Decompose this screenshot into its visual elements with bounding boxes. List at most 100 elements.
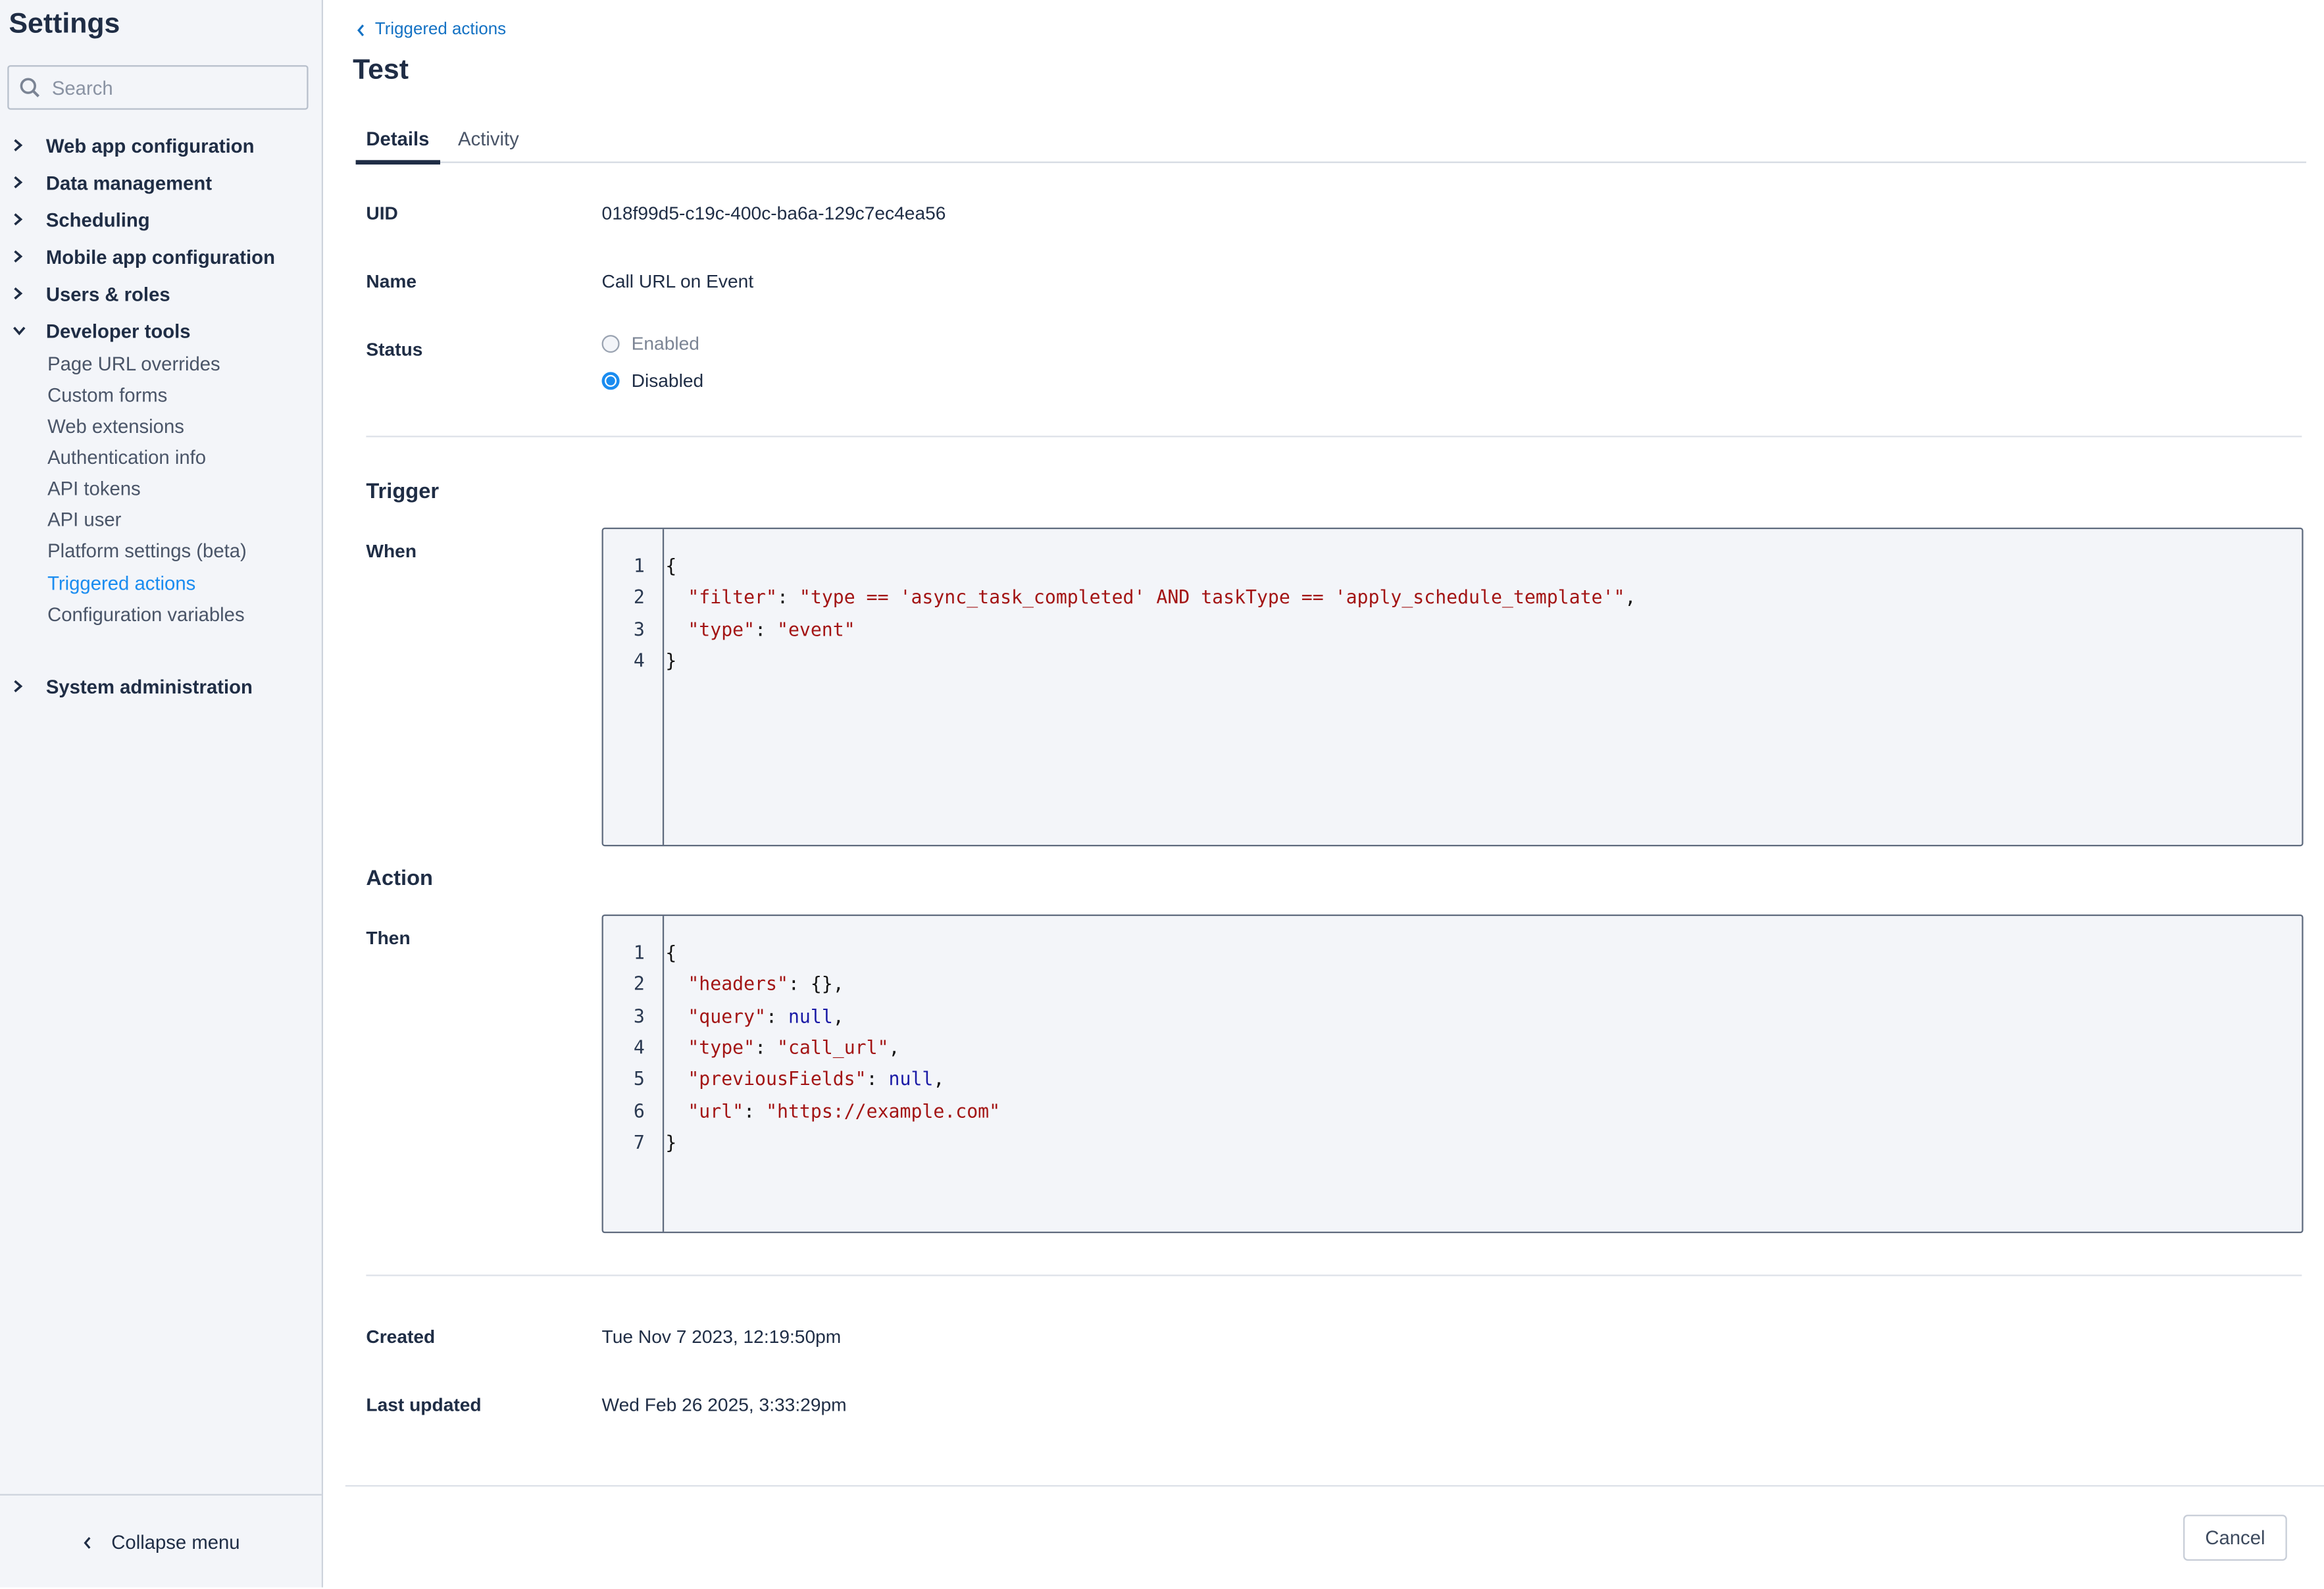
last-updated-label: Last updated xyxy=(366,1394,482,1416)
line-number: 4 xyxy=(633,649,645,672)
chevron-left-icon xyxy=(84,1536,91,1548)
code-null-token: null xyxy=(888,1067,934,1090)
chevron-right-icon xyxy=(12,679,30,694)
code-string-token: "headers" xyxy=(688,972,788,996)
uid-value: 018f99d5-c19c-400c-ba6a-129c7ec4ea56 xyxy=(601,203,946,224)
code-line: 2 "filter": "type == 'async_task_complet… xyxy=(603,582,2302,613)
sidebar-group-developer-tools[interactable]: Developer tools xyxy=(0,315,322,347)
line-number: 4 xyxy=(633,1036,645,1059)
when-label: When xyxy=(366,541,417,562)
code-punctuation-token: : xyxy=(755,1036,777,1059)
code-text: } xyxy=(665,649,676,672)
sidebar-group-scheduling[interactable]: Scheduling xyxy=(0,203,322,236)
sidebar-item-api-user[interactable]: API user xyxy=(47,509,121,531)
code-punctuation-token: : xyxy=(755,617,777,640)
code-null-token: null xyxy=(788,1004,833,1027)
line-number: 7 xyxy=(633,1130,645,1153)
sidebar-item-configuration-variables[interactable]: Configuration variables xyxy=(47,603,245,626)
code-string-token: "filter" xyxy=(688,586,777,609)
code-string-token: "previousFields" xyxy=(688,1067,867,1090)
sidebar-item-custom-forms[interactable]: Custom forms xyxy=(47,384,167,406)
line-number: 5 xyxy=(633,1067,645,1090)
status-label: Status xyxy=(366,339,423,361)
sidebar-item-triggered-actions[interactable]: Triggered actions xyxy=(47,572,195,595)
sidebar-search[interactable] xyxy=(7,65,309,110)
main-content: Triggered actions Test Details Activity … xyxy=(323,0,2324,1588)
sidebar-item-api-tokens[interactable]: API tokens xyxy=(47,477,141,499)
code-punctuation-token: , xyxy=(1625,586,1636,609)
created-value: Tue Nov 7 2023, 12:19:50pm xyxy=(601,1326,842,1348)
code-string-token: "type" xyxy=(688,1036,755,1059)
line-number: 1 xyxy=(633,554,645,577)
code-line: 6 "url": "https://example.com" xyxy=(603,1095,2302,1126)
section-divider xyxy=(366,1274,2302,1276)
chevron-right-icon xyxy=(12,249,30,264)
code-line: 3 "type": "event" xyxy=(603,613,2302,645)
code-punctuation-token xyxy=(665,1036,688,1059)
code-text: "filter": "type == 'async_task_completed… xyxy=(665,586,1636,609)
code-string-token: "type == 'async_task_completed' AND task… xyxy=(799,586,1625,609)
code-text: "type": "call_url", xyxy=(665,1036,899,1059)
code-punctuation-token: } xyxy=(665,1130,677,1153)
chevron-down-icon xyxy=(12,324,30,336)
footer-divider xyxy=(345,1485,2324,1487)
code-punctuation-token: : {}, xyxy=(788,972,844,996)
status-radio-enabled[interactable]: Enabled xyxy=(601,333,699,355)
sidebar-item-platform-settings[interactable]: Platform settings (beta) xyxy=(47,540,247,562)
sidebar-item-page-url-overrides[interactable]: Page URL overrides xyxy=(47,353,220,375)
code-text: "headers": {}, xyxy=(665,973,844,996)
code-line: 2 "headers": {}, xyxy=(603,969,2302,1000)
code-string-token: "query" xyxy=(688,1004,767,1027)
chevron-left-icon xyxy=(357,24,365,36)
sidebar-group-web-app-configuration[interactable]: Web app configuration xyxy=(0,129,322,162)
radio-label: Enabled xyxy=(631,333,699,355)
line-number: 3 xyxy=(633,1004,645,1027)
sidebar-title: Settings xyxy=(9,9,120,40)
sidebar-item-authentication-info[interactable]: Authentication info xyxy=(47,446,206,468)
line-number: 1 xyxy=(633,941,645,964)
code-line: 4 "type": "call_url", xyxy=(603,1032,2302,1063)
code-punctuation-token: } xyxy=(665,649,677,672)
radio-unchecked-icon xyxy=(601,335,620,353)
code-text: "type": "event" xyxy=(665,618,855,640)
sidebar-group-label: Data management xyxy=(45,171,213,193)
sidebar-group-system-administration[interactable]: System administration xyxy=(0,670,322,703)
breadcrumb-back-link[interactable]: Triggered actions xyxy=(356,21,506,39)
page-title: Test xyxy=(353,55,409,86)
chevron-right-icon xyxy=(12,138,30,153)
tab-details[interactable]: Details xyxy=(355,128,440,165)
sidebar-item-web-extensions[interactable]: Web extensions xyxy=(47,415,184,438)
code-text: "url": "https://example.com" xyxy=(665,1099,1000,1122)
status-radio-disabled[interactable]: Disabled xyxy=(601,370,703,391)
section-divider xyxy=(366,436,2302,438)
code-text: "query": null, xyxy=(665,1005,844,1027)
breadcrumb-label: Triggered actions xyxy=(374,20,507,39)
collapse-menu-label: Collapse menu xyxy=(111,1530,240,1553)
trigger-code-editor[interactable]: 1 {2 "filter": "type == 'async_task_compl… xyxy=(601,527,2304,847)
code-punctuation-token: : xyxy=(766,1004,788,1027)
search-icon xyxy=(20,78,40,97)
sidebar-group-users-roles[interactable]: Users & roles xyxy=(0,277,322,310)
cancel-button[interactable]: Cancel xyxy=(2183,1515,2287,1561)
chevron-right-icon xyxy=(12,212,30,227)
code-punctuation-token: { xyxy=(665,941,677,964)
name-value: Call URL on Event xyxy=(601,271,754,292)
tab-activity[interactable]: Activity xyxy=(458,128,519,150)
code-text: { xyxy=(665,555,676,577)
line-number: 3 xyxy=(633,617,645,640)
code-string-token: "url" xyxy=(688,1099,744,1122)
code-string-token: "call_url" xyxy=(776,1036,889,1059)
code-string-token: "type" xyxy=(688,617,755,640)
code-punctuation-token: , xyxy=(888,1036,900,1059)
collapse-menu-button[interactable]: Collapse menu xyxy=(0,1494,322,1589)
action-code-editor[interactable]: 1{2 "headers": {}, 3 "query": null, 4 "typ… xyxy=(601,914,2304,1234)
code-punctuation-token xyxy=(665,1068,688,1090)
last-updated-value: Wed Feb 26 2025, 3:33:29pm xyxy=(601,1394,847,1416)
sidebar-group-data-management[interactable]: Data management xyxy=(0,166,322,199)
search-input[interactable] xyxy=(49,74,292,101)
code-punctuation-token xyxy=(665,618,688,640)
code-punctuation-token: : xyxy=(776,586,799,609)
settings-sidebar: Settings Web app configuration Data mana… xyxy=(0,0,324,1589)
sidebar-group-mobile-app-configuration[interactable]: Mobile app configuration xyxy=(0,240,322,273)
code-punctuation-token xyxy=(665,973,688,996)
